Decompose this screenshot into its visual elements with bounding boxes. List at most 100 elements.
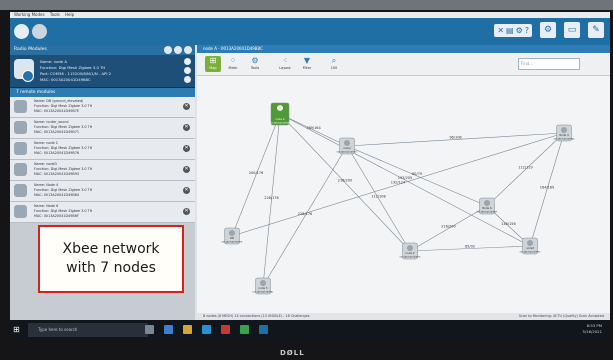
- doc-icon[interactable]: ▤: [506, 26, 514, 35]
- add-radio-icon[interactable]: [14, 24, 29, 39]
- app2-icon[interactable]: [240, 325, 249, 334]
- remote-device-card[interactable]: Name: node 2 Function: Digi Mesh Zigbee 3…: [10, 139, 195, 160]
- settings-icon[interactable]: ⚙: [540, 22, 556, 38]
- tools-label: Tools: [250, 66, 260, 70]
- remove-icon[interactable]: [184, 46, 192, 54]
- remote-devices-list: Name: DB (ground_elevated) Function: Digi…: [10, 97, 195, 223]
- menu-item-tools[interactable]: Tools: [50, 12, 60, 17]
- discover-radio-icon[interactable]: [32, 24, 47, 39]
- filter-button[interactable]: ▼ Filter: [299, 56, 315, 72]
- store-icon[interactable]: [202, 325, 211, 334]
- layout-button[interactable]: ⁖ Layout: [277, 56, 293, 72]
- clock-date[interactable]: 5/16/2021: [583, 329, 602, 335]
- coordinator-node[interactable]: node A0013A20041D49B8C: [270, 102, 292, 126]
- remote-device-card[interactable]: Name: DB (ground_elevated) Function: Digi…: [10, 97, 195, 118]
- network-link[interactable]: [529, 132, 565, 247]
- network-node[interactable]: node30013A20041D49B93: [520, 237, 542, 255]
- link-quality-label: 193/205: [398, 176, 413, 180]
- edge-icon[interactable]: [164, 325, 173, 334]
- network-link[interactable]: [279, 113, 348, 147]
- device-details: Name: DB (ground_elevated) Function: Digi…: [34, 99, 92, 115]
- network-canvas[interactable]: 189/164 216/200 193/205 200/176 228/176 112/1…: [197, 76, 610, 320]
- close-icon[interactable]: [184, 58, 191, 65]
- close-icon[interactable]: ✕: [183, 145, 190, 152]
- network-node[interactable]: node 50013A20041D49BA1: [253, 277, 275, 295]
- windows-start-icon[interactable]: ⊞: [13, 325, 23, 335]
- remote-device-card[interactable]: Name: Node 4 Function: Digi Mesh Zigbee 3…: [10, 181, 195, 202]
- close-icon[interactable]: ✕: [183, 208, 190, 215]
- node-mac: 0013A20041D49B8C: [270, 122, 292, 125]
- close-icon[interactable]: ✕: [183, 187, 190, 194]
- network-node[interactable]: node 20013A20041D49B76: [400, 242, 422, 260]
- remote-device-card[interactable]: Name: router_sound Function: Digi Mesh Zi…: [10, 118, 195, 139]
- link-quality-label: 228/176: [298, 212, 313, 216]
- close-icon[interactable]: ✕: [183, 103, 190, 110]
- panel-actions: [164, 46, 192, 54]
- header-tools: ✕ ▤ ⚙ ? ⚙ ▭ ✎: [494, 22, 604, 38]
- network-node[interactable]: router0013A20041D49B71: [337, 137, 359, 155]
- annotation-box: Xbee network with 7 nodes: [38, 225, 184, 293]
- radio-module-icon: [14, 142, 27, 155]
- map-view-button[interactable]: ⊞ Map: [205, 56, 221, 72]
- radio-icon: [260, 280, 266, 286]
- network-tab[interactable]: node A - 0013A20041D49B8C: [197, 45, 610, 53]
- add-icon[interactable]: [174, 46, 182, 54]
- node-mac: 0013A20041D49B7E: [222, 241, 244, 244]
- layout-label: Layout: [279, 66, 291, 70]
- xctu-taskbar-icon[interactable]: [259, 325, 268, 334]
- settings-small-icon[interactable]: [184, 76, 191, 83]
- task-view-icon[interactable]: [145, 325, 154, 334]
- network-node[interactable]: Node 60013A20041D49B6F: [477, 197, 499, 215]
- network-link[interactable]: [262, 145, 348, 287]
- network-node[interactable]: DB0013A20041D49B7E: [222, 227, 244, 245]
- close-icon[interactable]: ✕: [183, 166, 190, 173]
- radio-icon: [344, 140, 350, 146]
- network-graph: 189/164 216/200 193/205 200/176 228/176 112/1…: [222, 102, 576, 295]
- link-quality-label: 85/92: [465, 245, 475, 249]
- device-details: Name: Node 6 Function: Digi Mesh Zigbee 3…: [34, 204, 92, 220]
- radio-module-icon: [14, 100, 27, 113]
- app-icon[interactable]: [221, 325, 230, 334]
- link-quality-label: 200/176: [249, 171, 264, 175]
- remote-modules-header[interactable]: 7 remote modules: [10, 88, 195, 97]
- find-input[interactable]: Find...: [518, 58, 580, 70]
- local-radio-card[interactable]: Name: node A Function: Digi Mesh Zigbee …: [10, 55, 195, 88]
- folder-icon[interactable]: [183, 325, 192, 334]
- zoom-icon: ⌕: [331, 56, 337, 65]
- network-link[interactable]: [409, 205, 488, 252]
- network-link[interactable]: [346, 145, 411, 252]
- link-quality-label: 112/108: [371, 195, 386, 199]
- panel-title-text: Radio Modules: [14, 47, 47, 52]
- link-quality-label: 96/108: [449, 136, 461, 140]
- layout-icon: ⁖: [282, 56, 288, 65]
- radio-module-icon: [14, 184, 27, 197]
- tools-button[interactable]: ⚙ Tools: [247, 56, 263, 72]
- remote-device-card[interactable]: Name: node3 Function: Digi Mesh Zigbee 3.…: [10, 160, 195, 181]
- remote-device-card[interactable]: Name: Node 6 Function: Digi Mesh Zigbee 3…: [10, 202, 195, 223]
- mesh-icon: ⁘: [229, 56, 237, 65]
- network-link[interactable]: [486, 132, 565, 207]
- wrench-icon[interactable]: ✎: [588, 22, 604, 38]
- node-mac: 0013A20041D49B84: [554, 138, 576, 141]
- network-link[interactable]: [346, 145, 488, 207]
- help-icon[interactable]: ?: [525, 26, 529, 35]
- network-link[interactable]: [231, 132, 565, 237]
- device-details: Name: Node 4 Function: Digi Mesh Zigbee 3…: [34, 183, 92, 199]
- menu-item-help[interactable]: Help: [65, 12, 74, 17]
- gear-small-icon[interactable]: ⚙: [516, 26, 523, 35]
- network-node[interactable]: Node 40013A20041D49B84: [554, 124, 576, 142]
- radio-module-icon: [14, 205, 27, 218]
- network-link[interactable]: [262, 113, 281, 287]
- x-icon[interactable]: ✕: [497, 26, 504, 35]
- mesh-button[interactable]: ⁘ Mesh: [225, 56, 241, 72]
- discover-icon[interactable]: [184, 67, 191, 74]
- network-link[interactable]: [231, 113, 281, 237]
- taskbar-search[interactable]: Type here to search: [28, 323, 148, 337]
- menu-item-working-modes[interactable]: Working Modes: [14, 12, 45, 17]
- zoom-control[interactable]: ⌕ 100: [321, 56, 347, 72]
- node-mac: 0013A20041D49BA1: [253, 291, 275, 294]
- filter-icon[interactable]: [164, 46, 172, 54]
- node-label: node A: [275, 117, 284, 121]
- close-icon[interactable]: ✕: [183, 124, 190, 131]
- monitor-icon[interactable]: ▭: [564, 22, 580, 38]
